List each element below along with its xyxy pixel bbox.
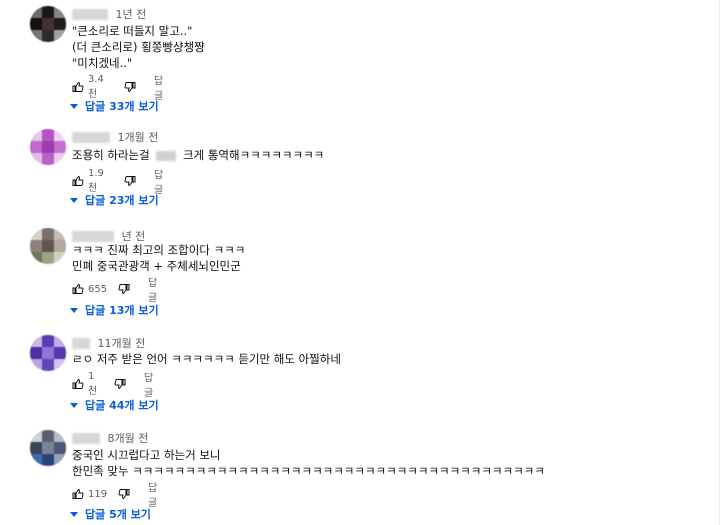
comment-text: ㅋㅋㅋ 진짜 최고의 조합이다 ㅋㅋㅋ 민폐 중국관광객 + 주체세뇌인민군 xyxy=(72,242,245,274)
reply-button[interactable]: 답글 xyxy=(148,278,157,304)
comment-text: "큰소리로 떠들지 말고.." (더 큰소리로) 횡쫑빵샹챙쨩 "미치겠네.." xyxy=(72,23,205,71)
like-button[interactable]: 119 xyxy=(72,485,107,503)
author-name-redacted[interactable] xyxy=(72,337,90,349)
dislike-button[interactable] xyxy=(114,375,126,393)
comment-line: 크게 통역해ㅋㅋㅋㅋㅋㅋㅋㅋ xyxy=(183,148,325,162)
like-button[interactable]: 3.4천 xyxy=(72,74,104,100)
avatar[interactable] xyxy=(30,430,66,466)
avatar[interactable] xyxy=(30,129,66,165)
avatar[interactable] xyxy=(30,228,66,264)
thumbs-down-icon xyxy=(124,175,136,187)
comment-line: ㄹㅇ 저주 받은 언어 ㅋㅋㅋㅋㅋㅋ 듣기만 해도 아찔하네 xyxy=(72,352,341,366)
comment-meta: 8개월 전 xyxy=(72,430,149,445)
view-replies-label: 답글 33개 보기 xyxy=(85,100,159,113)
reply-button[interactable]: 답글 xyxy=(154,76,163,102)
caret-down-icon xyxy=(70,197,78,203)
view-replies-label: 답글 13개 보기 xyxy=(85,304,159,317)
like-count: 1.9천 xyxy=(88,168,104,194)
reply-button[interactable]: 답글 xyxy=(154,170,163,196)
comment-line: "큰소리로 떠들지 말고.." xyxy=(72,24,193,38)
like-count: 655 xyxy=(88,283,108,295)
comment-meta: 1개월 전 xyxy=(72,129,159,144)
thumbs-up-icon xyxy=(72,378,84,390)
author-name-redacted[interactable] xyxy=(72,432,100,444)
comment-timestamp[interactable]: 1개월 전 xyxy=(118,131,159,144)
comment-meta: 11개월 전 xyxy=(72,335,146,350)
thumbs-up-icon xyxy=(72,81,84,93)
caret-down-icon xyxy=(70,103,78,109)
caret-down-icon xyxy=(70,307,78,313)
comment-line: "미치겠네.." xyxy=(72,56,133,70)
like-button[interactable]: 655 xyxy=(72,280,107,298)
author-name-redacted[interactable] xyxy=(72,8,108,20)
avatar[interactable] xyxy=(30,335,66,371)
view-replies-label: 답글 44개 보기 xyxy=(85,399,159,412)
view-replies-button[interactable]: 답글 13개 보기 xyxy=(70,302,159,318)
view-replies-label: 답글 5개 보기 xyxy=(85,508,151,521)
thumbs-down-icon xyxy=(118,283,130,295)
like-count: 3.4천 xyxy=(88,74,104,100)
comment-line: 중국인 시끄럽다고 하는거 보니 xyxy=(72,448,221,462)
redacted-text xyxy=(156,150,177,161)
thumbs-up-icon xyxy=(72,283,84,295)
comment-thread: 8개월 전 중국인 시끄럽다고 하는거 보니 한민족 맞누 ㅋㅋㅋㅋㅋㅋㅋㅋㅋㅋ… xyxy=(0,430,720,522)
like-button[interactable]: 1천 xyxy=(72,371,97,397)
view-replies-button[interactable]: 답글 5개 보기 xyxy=(70,506,151,522)
comment-line: (더 큰소리로) 횡쫑빵샹챙쨩 xyxy=(72,40,205,54)
dislike-button[interactable] xyxy=(124,172,136,190)
comment-meta: 1년 전 xyxy=(72,6,147,21)
comment-thread: 년 전 ㅋㅋㅋ 진짜 최고의 조합이다 ㅋㅋㅋ 민폐 중국관광객 + 주체세뇌인… xyxy=(0,228,720,320)
view-replies-button[interactable]: 답글 33개 보기 xyxy=(70,98,159,114)
like-button[interactable]: 1.9천 xyxy=(72,168,104,194)
comment-timestamp[interactable]: 8개월 전 xyxy=(108,432,149,445)
comment-line: 한민족 맞누 ㅋㅋㅋㅋㅋㅋㅋㅋㅋㅋㅋㅋㅋㅋㅋㅋㅋㅋㅋㅋㅋㅋㅋㅋㅋㅋㅋㅋㅋㅋㅋㅋㅋ… xyxy=(72,464,545,478)
caret-down-icon xyxy=(70,511,78,517)
comment-thread: 1개월 전 조용히 하라는걸 크게 통역해ㅋㅋㅋㅋㅋㅋㅋㅋ 1.9천 답글 답글… xyxy=(0,129,720,209)
dislike-button[interactable] xyxy=(124,78,136,96)
comment-thread: 1년 전 "큰소리로 떠들지 말고.." (더 큰소리로) 횡쫑빵샹챙쨩 "미치… xyxy=(0,6,720,116)
comment-text: 조용히 하라는걸 크게 통역해ㅋㅋㅋㅋㅋㅋㅋㅋ xyxy=(72,147,324,163)
comment-timestamp[interactable]: 1년 전 xyxy=(116,8,147,21)
view-replies-button[interactable]: 답글 44개 보기 xyxy=(70,397,159,413)
reply-button[interactable]: 답글 xyxy=(144,373,153,399)
thumbs-up-icon xyxy=(72,488,84,500)
comment-meta: 년 전 xyxy=(72,228,145,243)
thumbs-down-icon xyxy=(124,81,136,93)
author-name-redacted[interactable] xyxy=(72,230,114,242)
thumbs-down-icon xyxy=(114,378,126,390)
thumbs-up-icon xyxy=(72,175,84,187)
dislike-button[interactable] xyxy=(118,485,130,503)
comment-line: ㅋㅋㅋ 진짜 최고의 조합이다 ㅋㅋㅋ xyxy=(72,243,246,257)
comment-thread: 11개월 전 ㄹㅇ 저주 받은 언어 ㅋㅋㅋㅋㅋㅋ 듣기만 해도 아찔하네 1천… xyxy=(0,335,720,415)
comment-text: ㄹㅇ 저주 받은 언어 ㅋㅋㅋㅋㅋㅋ 듣기만 해도 아찔하네 xyxy=(72,351,341,367)
comment-line: 민폐 중국관광객 + 주체세뇌인민군 xyxy=(72,259,241,273)
view-replies-button[interactable]: 답글 23개 보기 xyxy=(70,192,159,208)
view-replies-label: 답글 23개 보기 xyxy=(85,194,159,207)
comment-timestamp[interactable]: 11개월 전 xyxy=(98,337,146,350)
comment-text: 중국인 시끄럽다고 하는거 보니 한민족 맞누 ㅋㅋㅋㅋㅋㅋㅋㅋㅋㅋㅋㅋㅋㅋㅋㅋ… xyxy=(72,447,545,479)
like-count: 119 xyxy=(88,488,108,500)
reply-button[interactable]: 답글 xyxy=(148,483,157,509)
comment-line: 조용히 하라는걸 xyxy=(72,148,150,162)
thumbs-down-icon xyxy=(118,488,130,500)
dislike-button[interactable] xyxy=(118,280,130,298)
like-count: 1천 xyxy=(88,371,98,397)
caret-down-icon xyxy=(70,402,78,408)
avatar[interactable] xyxy=(30,6,66,42)
author-name-redacted[interactable] xyxy=(72,131,110,143)
